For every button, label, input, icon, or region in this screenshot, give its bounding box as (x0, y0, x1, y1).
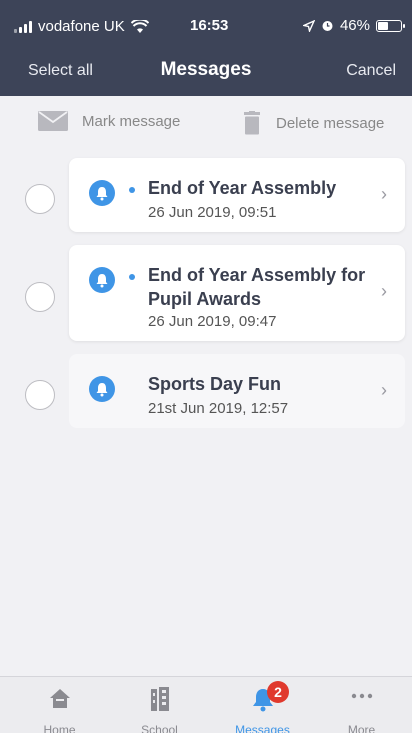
select-radio[interactable] (25, 380, 55, 410)
unread-dot (129, 274, 135, 280)
app-header: vodafone UK 16:53 46% Select all Message… (0, 0, 412, 96)
delete-message-label: Delete message (276, 114, 385, 132)
message-date: 26 Jun 2019, 09:47 (148, 313, 277, 330)
envelope-icon (38, 111, 68, 131)
alarm-icon (322, 21, 333, 31)
tab-label: More (347, 723, 376, 733)
carrier-label: vodafone UK (38, 18, 125, 35)
bell-icon (89, 267, 115, 293)
mark-message-label: Mark message (82, 112, 181, 130)
chevron-right-icon: › (381, 380, 387, 400)
message-row: End of Year Assembly 26 Jun 2019, 09:51 … (0, 158, 412, 232)
trash-icon (244, 111, 260, 135)
message-date: 26 Jun 2019, 09:51 (148, 204, 277, 221)
location-arrow-icon (302, 19, 315, 32)
bell-icon (89, 180, 115, 206)
status-bar: vodafone UK 16:53 46% (0, 0, 412, 50)
battery-fill (378, 21, 389, 30)
unread-badge: 2 (267, 681, 289, 703)
chevron-right-icon: › (381, 184, 387, 204)
message-row: Sports Day Fun 21st Jun 2019, 12:57 › (0, 354, 412, 428)
status-right: 46% (302, 17, 405, 34)
edit-toolbar: Mark message Delete message (0, 96, 412, 154)
tab-messages[interactable]: 2 Messages (211, 677, 314, 733)
more-icon (310, 693, 412, 699)
message-title: End of Year Assembly (148, 178, 337, 198)
tab-label: Messages (235, 723, 290, 733)
bell-icon (89, 376, 115, 402)
unread-dot (129, 187, 135, 193)
battery-percent: 46% (339, 17, 370, 34)
wifi-icon (130, 19, 149, 33)
status-left: vodafone UK (14, 18, 149, 35)
battery-icon (376, 19, 405, 32)
nav-bar: Select all Messages Cancel (0, 50, 412, 96)
tab-bar: Home School 2 Messages More (0, 676, 412, 733)
bell-icon (211, 687, 314, 713)
status-time: 16:53 (190, 17, 229, 34)
tab-home[interactable]: Home (8, 677, 111, 733)
mark-message-button[interactable]: Mark message (38, 111, 180, 131)
tab-school[interactable]: School (108, 677, 211, 733)
select-radio[interactable] (25, 282, 55, 312)
cancel-button[interactable]: Cancel (346, 62, 396, 80)
home-icon (8, 687, 111, 709)
tab-label: Home (43, 723, 76, 733)
message-date: 21st Jun 2019, 12:57 (148, 400, 289, 417)
message-title: End of Year Assembly for Pupil Awards (148, 265, 366, 309)
tab-more[interactable]: More (310, 677, 412, 733)
signal-icon (14, 20, 32, 33)
delete-message-button[interactable]: Delete message (242, 111, 384, 135)
chevron-right-icon: › (381, 281, 387, 301)
tab-label: School (141, 723, 178, 733)
select-radio[interactable] (25, 184, 55, 214)
message-title: Sports Day Fun (148, 374, 282, 394)
message-card[interactable]: End of Year Assembly 26 Jun 2019, 09:51 … (69, 158, 405, 232)
school-icon (108, 687, 211, 711)
message-card[interactable]: Sports Day Fun 21st Jun 2019, 12:57 › (69, 354, 405, 428)
message-card[interactable]: End of Year Assembly for Pupil Awards 26… (69, 245, 405, 341)
message-row: End of Year Assembly for Pupil Awards 26… (0, 245, 412, 341)
